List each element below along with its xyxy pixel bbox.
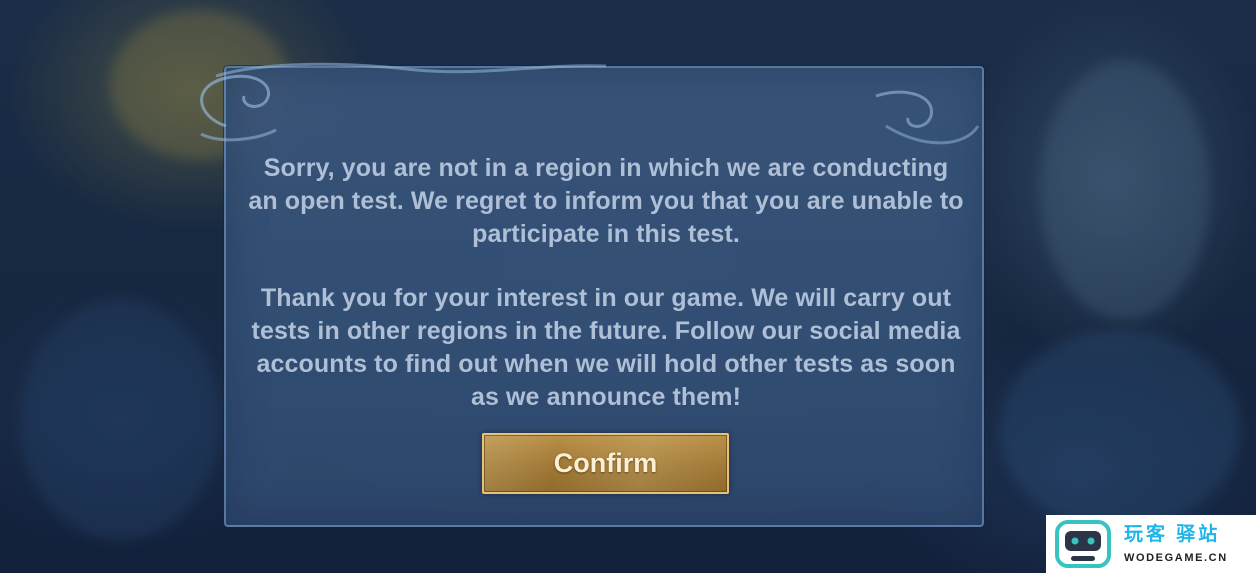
confirm-button-label: Confirm xyxy=(553,448,658,478)
background-tree-right xyxy=(1040,60,1210,320)
background-roots-left xyxy=(20,300,220,540)
robot-face-icon xyxy=(1055,520,1111,568)
region-restriction-dialog: Sorry, you are not in a region in which … xyxy=(224,66,984,527)
message-paragraph-region: Sorry, you are not in a region in which … xyxy=(248,154,964,248)
site-watermark: 玩客 驿站 WODEGAME.CN xyxy=(1046,515,1256,573)
confirm-button[interactable]: Confirm xyxy=(482,433,729,494)
watermark-domain: WODEGAME.CN xyxy=(1124,552,1228,564)
game-background: Sorry, you are not in a region in which … xyxy=(0,0,1256,573)
dialog-message: Sorry, you are not in a region in which … xyxy=(226,152,986,414)
background-roots-right xyxy=(1000,330,1240,530)
watermark-title: 玩客 驿站 xyxy=(1124,524,1221,545)
message-paragraph-thanks: Thank you for your interest in our game.… xyxy=(251,284,961,411)
